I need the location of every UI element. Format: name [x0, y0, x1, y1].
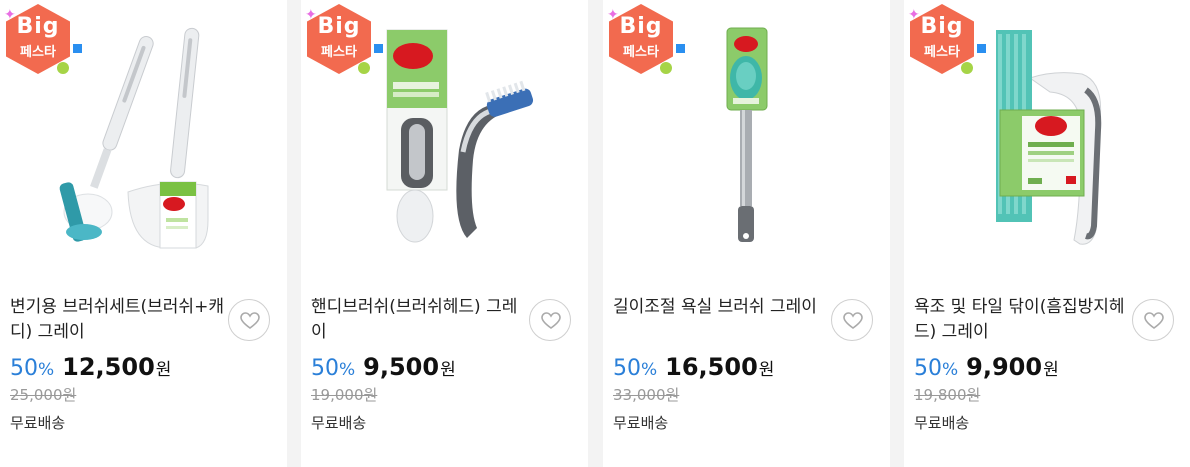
- product-name[interactable]: 욕조 및 타일 닦이(흠집방지헤드) 그레이: [914, 295, 1132, 345]
- sale-price: 12,500: [62, 353, 155, 381]
- price-row: 50% 12,500원: [10, 353, 172, 381]
- product-name[interactable]: 길이조절 욕실 브러쉬 그레이: [613, 295, 831, 320]
- product-card[interactable]: Big 페스타 ✦ 길이조절 욕실 브러쉬 그레이 50% 16,500원 33,…: [603, 0, 890, 467]
- big-festa-badge: Big 페스타 ✦: [607, 4, 685, 76]
- product-card[interactable]: Big 페스타 ✦ 변기용 브러쉬세트(브러쉬+캐디) 그레이 50% 12,50…: [0, 0, 287, 467]
- sparkle-icon: ✦: [607, 7, 619, 23]
- sparkle-icon: ✦: [908, 7, 920, 23]
- product-image[interactable]: Big 페스타 ✦: [904, 0, 1190, 282]
- big-festa-badge: Big 페스타 ✦: [305, 4, 383, 76]
- original-price: 19,800원: [914, 386, 981, 404]
- product-name[interactable]: 핸디브러쉬(브러쉬헤드) 그레이: [311, 295, 529, 345]
- price-row: 50% 9,900원: [914, 353, 1059, 381]
- heart-icon: [240, 312, 260, 329]
- big-festa-badge: Big 페스타 ✦: [908, 4, 986, 76]
- product-image[interactable]: Big 페스타 ✦: [603, 0, 890, 282]
- shipping-label: 무료배송: [613, 414, 669, 432]
- original-price: 33,000원: [613, 386, 680, 404]
- sale-price: 16,500: [665, 353, 758, 381]
- wishlist-button[interactable]: [529, 299, 571, 341]
- product-grid: Big 페스타 ✦ 변기용 브러쉬세트(브러쉬+캐디) 그레이 50% 12,50…: [0, 0, 1190, 467]
- discount-rate: 50%: [914, 356, 959, 381]
- original-price: 19,000원: [311, 386, 378, 404]
- product-name[interactable]: 변기용 브러쉬세트(브러쉬+캐디) 그레이: [10, 295, 228, 345]
- heart-icon: [843, 312, 863, 329]
- wishlist-button[interactable]: [1132, 299, 1174, 341]
- big-festa-badge: Big 페스타 ✦: [4, 4, 82, 76]
- sparkle-icon: ✦: [4, 7, 16, 23]
- product-card[interactable]: Big 페스타 ✦ 욕조 및 타일 닦이(흠집방지헤드) 그레이 50% 9,90…: [904, 0, 1190, 467]
- heart-icon: [1144, 312, 1164, 329]
- original-price: 25,000원: [10, 386, 77, 404]
- sale-price: 9,900: [966, 353, 1043, 381]
- heart-icon: [541, 312, 561, 329]
- shipping-label: 무료배송: [311, 414, 367, 432]
- discount-rate: 50%: [311, 356, 356, 381]
- wishlist-button[interactable]: [831, 299, 873, 341]
- price-row: 50% 16,500원: [613, 353, 775, 381]
- product-image[interactable]: Big 페스타 ✦: [0, 0, 287, 282]
- shipping-label: 무료배송: [914, 414, 970, 432]
- wishlist-button[interactable]: [228, 299, 270, 341]
- price-row: 50% 9,500원: [311, 353, 456, 381]
- shipping-label: 무료배송: [10, 414, 66, 432]
- discount-rate: 50%: [613, 356, 658, 381]
- discount-rate: 50%: [10, 356, 55, 381]
- product-image[interactable]: Big 페스타 ✦: [301, 0, 588, 282]
- product-card[interactable]: Big 페스타 ✦ 핸디브러쉬(브러쉬헤드) 그레이 50% 9,500원 19,…: [301, 0, 588, 467]
- sparkle-icon: ✦: [305, 7, 317, 23]
- sale-price: 9,500: [363, 353, 440, 381]
